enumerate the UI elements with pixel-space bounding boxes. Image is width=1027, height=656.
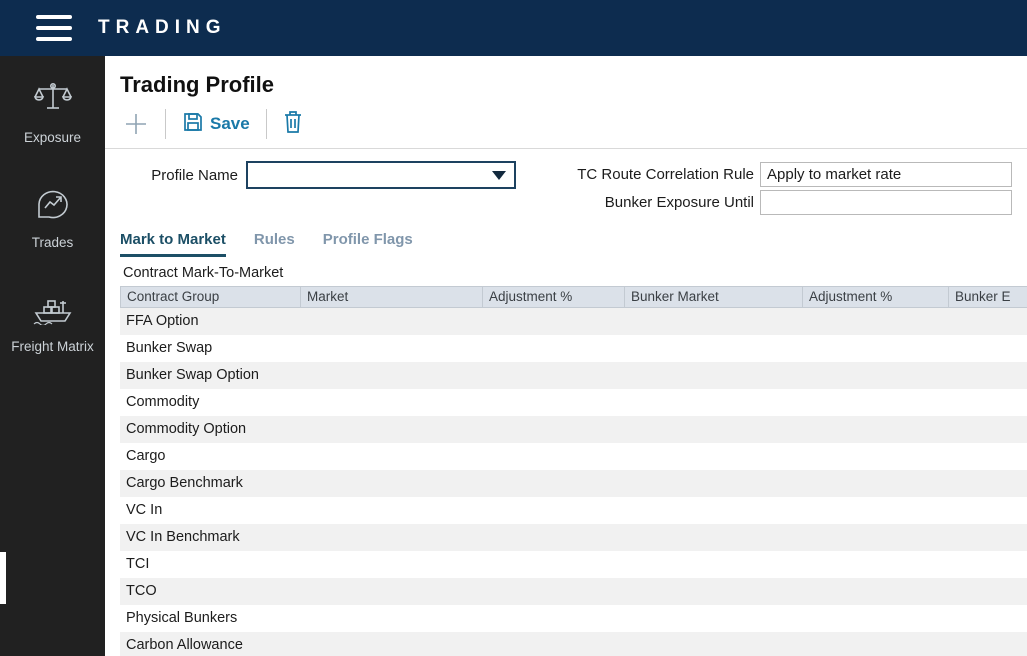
mark-to-market-table: Contract Group Market Adjustment % Bunke… xyxy=(120,286,1027,656)
save-floppy-icon xyxy=(182,111,204,138)
save-button-label: Save xyxy=(210,114,250,133)
trades-chart-icon xyxy=(35,187,71,226)
table-row[interactable]: Carbon Allowance xyxy=(120,632,1027,656)
table-row[interactable]: FFA Option xyxy=(120,308,1027,335)
tc-route-correlation-input[interactable] xyxy=(760,161,1012,187)
top-app-bar: TRADING xyxy=(0,0,1027,56)
toolbar-divider xyxy=(265,109,267,139)
save-button[interactable]: Save xyxy=(182,111,250,138)
profile-name-dropdown[interactable] xyxy=(246,161,516,189)
table-column-header[interactable]: Adjustment % xyxy=(803,287,949,307)
table-column-header[interactable]: Contract Group xyxy=(121,287,301,307)
table-column-header[interactable]: Bunker E xyxy=(949,287,1027,307)
sidebar-nav: Exposure Trades Freight Matrix xyxy=(0,56,105,656)
toolbar-separator xyxy=(105,148,1027,149)
left-edge-scroll-handle xyxy=(0,552,6,604)
tab-bar: Mark to Market Rules Profile Flags xyxy=(120,231,1027,257)
table-column-header[interactable]: Bunker Market xyxy=(625,287,803,307)
main-content: Trading Profile Save Profile Name TC Rou… xyxy=(105,56,1027,656)
table-row[interactable]: TCI xyxy=(120,551,1027,578)
bunker-exposure-until-label: Bunker Exposure Until xyxy=(604,193,754,211)
table-row[interactable]: VC In xyxy=(120,497,1027,524)
sidebar-item-trades[interactable]: Trades xyxy=(0,187,105,252)
sidebar-item-freight-matrix[interactable]: Freight Matrix xyxy=(0,291,105,356)
table-row[interactable]: Bunker Swap xyxy=(120,335,1027,362)
add-button[interactable] xyxy=(123,111,149,137)
ship-icon xyxy=(32,291,74,330)
table-row[interactable]: Cargo xyxy=(120,443,1027,470)
table-row[interactable]: Physical Bunkers xyxy=(120,605,1027,632)
toolbar: Save xyxy=(123,102,1027,146)
table-row[interactable]: Bunker Swap Option xyxy=(120,362,1027,389)
table-header-row: Contract Group Market Adjustment % Bunke… xyxy=(120,286,1027,308)
tab-rules[interactable]: Rules xyxy=(254,231,295,257)
table-column-header[interactable]: Market xyxy=(301,287,483,307)
table-body: FFA Option Bunker Swap Bunker Swap Optio… xyxy=(120,308,1027,656)
table-row[interactable]: TCO xyxy=(120,578,1027,605)
bunker-exposure-until-input[interactable] xyxy=(760,189,1012,215)
table-row[interactable]: Cargo Benchmark xyxy=(120,470,1027,497)
table-row[interactable]: VC In Benchmark xyxy=(120,524,1027,551)
delete-button[interactable] xyxy=(283,110,303,139)
tc-route-correlation-label: TC Route Correlation Rule xyxy=(577,165,754,183)
sidebar-item-label: Trades xyxy=(31,234,74,250)
sidebar-item-exposure[interactable]: Exposure xyxy=(0,82,105,147)
page-title: Trading Profile xyxy=(120,72,275,97)
profile-form: Profile Name TC Route Correlation Rule B… xyxy=(105,161,1027,215)
tab-mark-to-market[interactable]: Mark to Market xyxy=(120,231,226,257)
hamburger-menu-icon[interactable] xyxy=(36,15,72,41)
chevron-down-icon xyxy=(492,170,506,180)
scales-icon xyxy=(33,82,72,121)
table-row[interactable]: Commodity xyxy=(120,389,1027,416)
sidebar-item-label: Exposure xyxy=(23,130,82,145)
trash-icon xyxy=(283,110,303,139)
section-title: Contract Mark-To-Market xyxy=(123,265,284,281)
sidebar-item-label: Freight Matrix xyxy=(11,339,94,355)
profile-name-label: Profile Name xyxy=(151,166,238,184)
app-title: TRADING xyxy=(98,17,227,38)
tab-profile-flags[interactable]: Profile Flags xyxy=(323,231,413,257)
toolbar-divider xyxy=(165,109,166,139)
table-row[interactable]: Commodity Option xyxy=(120,416,1027,443)
table-column-header[interactable]: Adjustment % xyxy=(483,287,625,307)
